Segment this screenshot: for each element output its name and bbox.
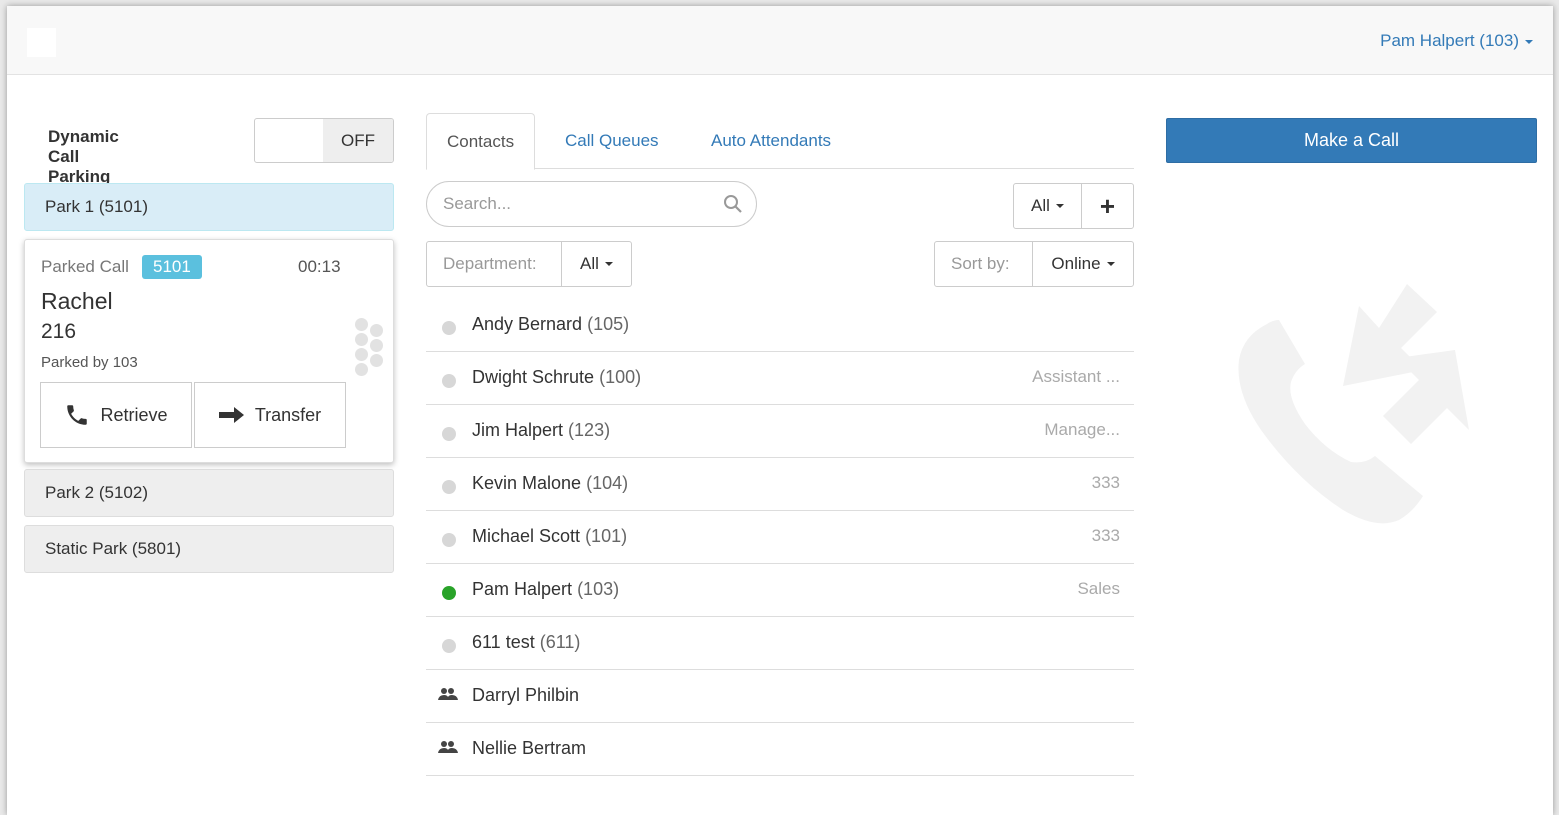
plus-icon: + (1099, 190, 1116, 221)
contact-department: Manage... (1044, 420, 1120, 439)
dynamic-call-parking-label: Dynamic Call Parking (48, 127, 119, 186)
retrieve-label: Retrieve (100, 404, 168, 425)
contact-row[interactable]: Darryl Philbin (426, 670, 1134, 723)
parked-call-label: Parked Call (41, 257, 129, 276)
filter-all-label: All (1031, 196, 1050, 215)
phone-icon (67, 405, 88, 425)
dynamic-parking-toggle[interactable]: OFF (254, 118, 394, 163)
contact-department: 333 (1091, 526, 1120, 545)
park-label: Park 1 (5101) (45, 197, 148, 216)
contact-name-text: Nellie Bertram (472, 738, 587, 758)
sort-value: Online (1051, 254, 1101, 273)
contact-row[interactable]: Andy Bernard (105) (426, 299, 1134, 352)
phone-transfer-icon (1238, 284, 1469, 524)
contact-extension: (101) (585, 526, 628, 546)
caller-number: 216 (41, 320, 77, 343)
caller-name: Rachel (41, 288, 113, 314)
logo (27, 28, 56, 57)
contact-name: Andy Bernard (105) (472, 314, 629, 335)
group-icon (438, 688, 458, 700)
park-item-2[interactable]: Park 2 (5102) (24, 469, 394, 517)
contact-name: Dwight Schrute (100) (472, 367, 641, 388)
search-input[interactable] (426, 181, 757, 227)
contact-name-text: Dwight Schrute (472, 367, 595, 387)
contact-extension: (104) (586, 473, 629, 493)
contact-name: Michael Scott (101) (472, 526, 627, 547)
parked-call-card: Parked Call 5101 00:13 Rachel 216 Parked… (24, 239, 394, 463)
contact-row[interactable]: Pam Halpert (103) Sales (426, 564, 1134, 617)
transfer-label: Transfer (254, 404, 322, 425)
contact-name: Jim Halpert (123) (472, 420, 610, 441)
user-menu[interactable]: Pam Halpert (103) (1380, 31, 1533, 51)
contact-name-text: Andy Bernard (472, 314, 583, 334)
contact-row[interactable]: Jim Halpert (123) Manage... (426, 405, 1134, 458)
tab-contacts[interactable]: Contacts (426, 113, 536, 170)
department-value: All (580, 254, 599, 273)
status-dot (442, 533, 456, 547)
park-item-1[interactable]: Park 1 (5101) (24, 183, 394, 231)
contact-row[interactable]: 611 test (611) (426, 617, 1134, 670)
contact-name-text: Darryl Philbin (472, 685, 580, 705)
contact-extension: (100) (599, 367, 642, 387)
caret-down-icon (1055, 204, 1064, 208)
contact-row[interactable]: Nellie Bertram (426, 723, 1134, 776)
drag-handle-icon[interactable] (355, 318, 387, 388)
park-label: Static Park (5801) (45, 539, 182, 558)
contact-department: Assistant ... (1032, 367, 1120, 386)
contact-name: Nellie Bertram (472, 738, 586, 759)
park-item-static[interactable]: Static Park (5801) (24, 525, 394, 573)
search-icon[interactable] (723, 194, 743, 214)
status-dot (442, 586, 456, 600)
caret-down-icon (1106, 262, 1115, 266)
contact-row[interactable]: Michael Scott (101) 333 (426, 511, 1134, 564)
contact-extension: (103) (577, 579, 620, 599)
contact-name-text: Michael Scott (472, 526, 581, 546)
caret-down-icon (1525, 39, 1533, 44)
user-menu-label: Pam Halpert (103) (1380, 31, 1519, 50)
contact-name: Darryl Philbin (472, 685, 579, 706)
sort-dropdown[interactable]: Online (1032, 241, 1134, 287)
contact-extension: (123) (568, 420, 611, 440)
parked-by: Parked by 103 (41, 354, 138, 371)
contact-name: Pam Halpert (103) (472, 579, 619, 600)
contact-name-text: 611 test (472, 632, 535, 652)
transfer-button[interactable]: Transfer (194, 382, 346, 448)
tab-call-queues[interactable]: Call Queues (565, 113, 659, 169)
contact-name: 611 test (611) (472, 632, 580, 653)
arrow-right-icon (218, 407, 244, 423)
contact-department: Sales (1077, 579, 1120, 598)
contact-name-text: Kevin Malone (472, 473, 582, 493)
group-icon (438, 741, 458, 753)
tab-auto-attendants[interactable]: Auto Attendants (711, 113, 831, 169)
contact-name-text: Pam Halpert (472, 579, 573, 599)
status-dot (442, 427, 456, 441)
contact-row[interactable]: Dwight Schrute (100) Assistant ... (426, 352, 1134, 405)
contact-extension: (105) (587, 314, 630, 334)
contact-extension: (611) (539, 632, 581, 652)
status-dot (442, 480, 456, 494)
retrieve-button[interactable]: Retrieve (40, 382, 192, 448)
contact-name: Kevin Malone (104) (472, 473, 628, 494)
contact-name-text: Jim Halpert (472, 420, 564, 440)
caret-down-icon (604, 262, 613, 266)
park-number-badge: 5101 (142, 255, 202, 279)
department-label: Department: (426, 241, 562, 287)
sort-label: Sort by: (934, 241, 1033, 287)
contact-row[interactable]: Kevin Malone (104) 333 (426, 458, 1134, 511)
parked-timer: 00:13 (298, 257, 341, 276)
status-dot (442, 321, 456, 335)
toggle-state-label: OFF (323, 119, 393, 162)
park-label: Park 2 (5102) (45, 483, 148, 502)
make-call-button[interactable]: Make a Call (1166, 118, 1537, 163)
filter-all-dropdown[interactable]: All (1013, 183, 1082, 229)
top-navbar: Pam Halpert (103) (7, 6, 1553, 75)
contact-tabs: Contacts Call Queues Auto Attendants (426, 113, 1134, 170)
make-call-label: Make a Call (1303, 130, 1400, 150)
add-contact-button[interactable]: + (1081, 183, 1134, 229)
status-dot (442, 374, 456, 388)
contact-department: 333 (1091, 473, 1120, 492)
department-dropdown[interactable]: All (561, 241, 632, 287)
status-dot (442, 639, 456, 653)
